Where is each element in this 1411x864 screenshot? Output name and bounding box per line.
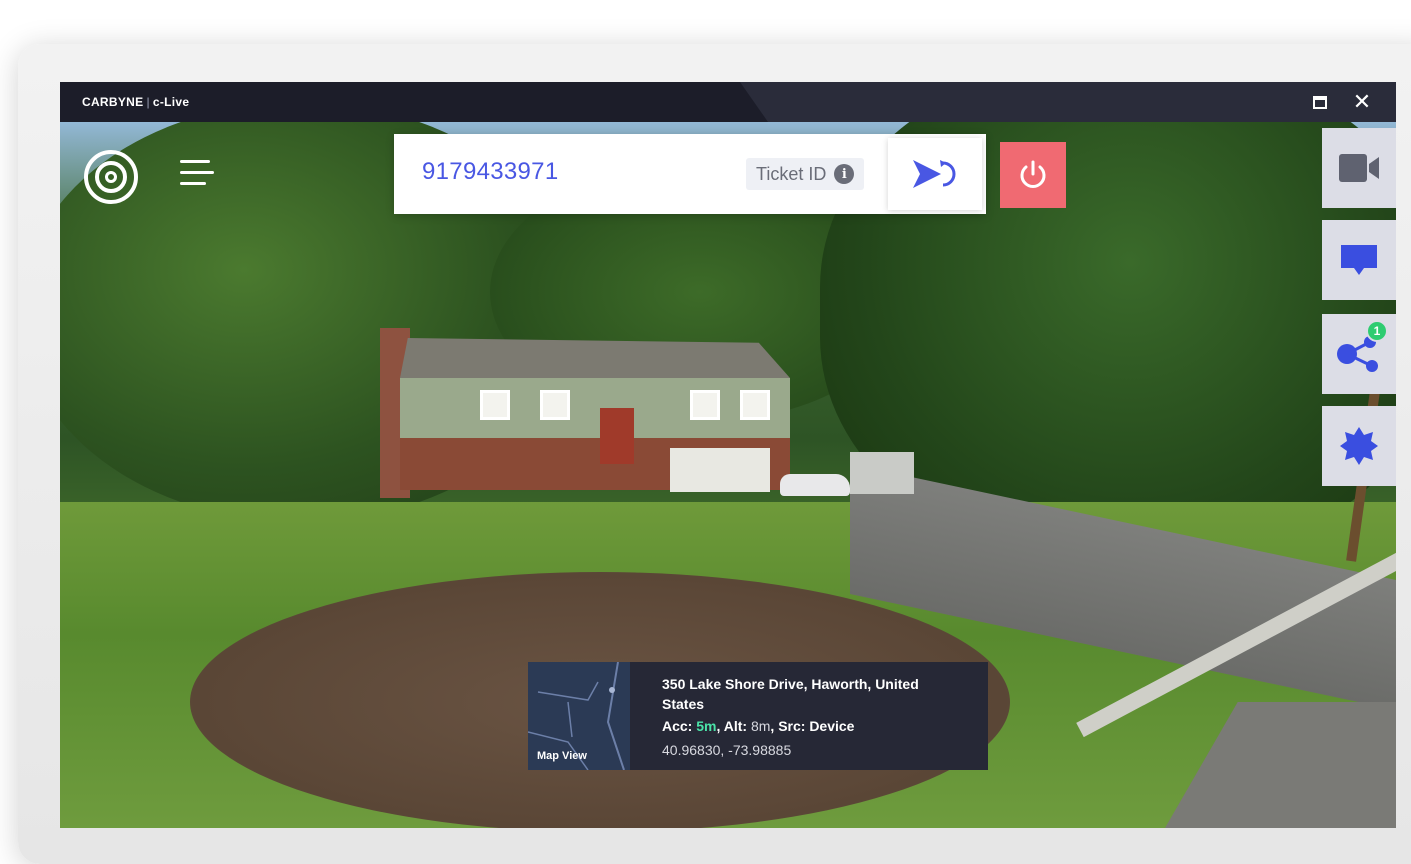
- product-name: c-Live: [152, 95, 190, 109]
- caller-phone-number: 9179433971: [422, 158, 559, 185]
- ticket-id-placeholder: Ticket ID: [756, 163, 827, 184]
- tools-button[interactable]: [1322, 406, 1396, 486]
- source-label: , Src: Device: [770, 718, 855, 734]
- scene-window: [740, 390, 770, 420]
- app-title: CARBYNE | c-Live: [82, 95, 189, 109]
- location-address: 350 Lake Shore Drive, Haworth, United St…: [662, 676, 919, 712]
- video-button[interactable]: [1322, 128, 1396, 208]
- notification-badge: 1: [1366, 320, 1388, 342]
- scene-window: [690, 390, 720, 420]
- scene-window: [480, 390, 510, 420]
- accuracy-label: Acc:: [662, 718, 693, 734]
- maximize-button[interactable]: [1300, 82, 1340, 122]
- ticket-id-field[interactable]: Ticket ID i: [746, 158, 865, 190]
- menu-line-icon: [180, 171, 214, 174]
- video-camera-icon: [1339, 154, 1379, 182]
- send-link-button[interactable]: [888, 138, 982, 210]
- location-card: Map View 350 Lake Shore Drive, Haworth, …: [528, 662, 988, 770]
- scene-window: [540, 390, 570, 420]
- brand-name: CARBYNE: [82, 95, 144, 109]
- scene-shed: [850, 452, 914, 494]
- scene-door: [600, 408, 634, 464]
- chat-button[interactable]: [1322, 220, 1396, 300]
- send-link-icon: [913, 160, 956, 188]
- altitude-label: , Alt:: [716, 718, 748, 734]
- close-icon: ✕: [1352, 89, 1372, 114]
- scene-car: [780, 474, 850, 496]
- location-details: 350 Lake Shore Drive, Haworth, United St…: [630, 662, 922, 770]
- brand-separator: |: [146, 95, 150, 109]
- logo-ring-icon: [95, 161, 127, 193]
- info-icon[interactable]: i: [834, 164, 855, 184]
- app-window: CARBYNE | c-Live ✕ 9179433971 Ticket ID …: [60, 82, 1396, 828]
- scene-garage: [670, 448, 770, 492]
- menu-line-icon: [180, 160, 210, 163]
- maximize-icon: [1313, 95, 1327, 109]
- share-location-button[interactable]: 1: [1322, 314, 1396, 394]
- logo-core-icon: [105, 171, 117, 183]
- call-bar: 9179433971 Ticket ID i: [394, 134, 986, 214]
- carbyne-logo-button[interactable]: [84, 150, 138, 204]
- map-view-thumbnail[interactable]: Map View: [528, 662, 630, 770]
- scene-house: [380, 328, 790, 498]
- hamburger-menu-button[interactable]: [180, 160, 216, 190]
- title-bar: CARBYNE | c-Live ✕: [60, 82, 1396, 122]
- location-accuracy-line: Acc: 5m, Alt: 8m, Src: Device: [662, 716, 922, 736]
- title-bar-accent: [740, 82, 1396, 122]
- scene-roof: [400, 338, 790, 378]
- close-button[interactable]: ✕: [1342, 82, 1382, 122]
- accuracy-value: 5m: [696, 718, 717, 734]
- live-video-feed: 9179433971 Ticket ID i 1 Map View 350 La…: [60, 122, 1396, 828]
- chat-bubble-icon: [1341, 245, 1377, 275]
- gear-burst-icon: [1340, 427, 1378, 465]
- altitude-value: 8m: [750, 718, 771, 734]
- map-view-label: Map View: [537, 750, 587, 762]
- end-call-button[interactable]: [1000, 142, 1066, 208]
- location-coordinates: 40.96830, -73.98885: [662, 742, 792, 758]
- menu-line-icon: [180, 182, 206, 185]
- scene-house-upper: [400, 378, 790, 438]
- power-icon: [1020, 160, 1046, 188]
